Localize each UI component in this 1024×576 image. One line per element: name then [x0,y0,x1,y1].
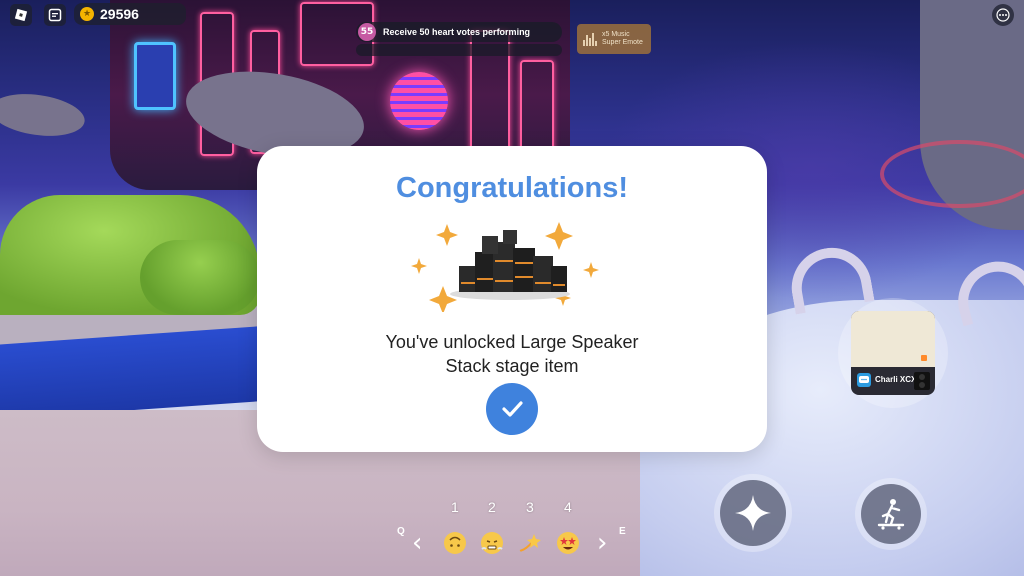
npc-name: Charli XCX [875,375,917,384]
speaker-icon [914,372,930,390]
emote-next-arrow[interactable]: › [597,530,607,556]
quest-reward: x5 Music Super Emote [577,24,651,54]
neon-screen [134,42,176,110]
sparkle-action-button[interactable] [714,474,792,552]
dialog-message: You've unlocked Large Speaker Stack stag… [317,330,707,378]
quest-progress-bar [356,44,562,56]
star-struck-icon[interactable] [556,531,580,555]
emote-slot-number: 1 [451,499,459,515]
confirm-button[interactable] [486,383,538,435]
skateboard-icon [877,499,905,530]
more-icon [996,8,1010,22]
dizzy-icon[interactable] [517,531,541,555]
dialog-message-line-1: You've unlocked Large Speaker [385,332,639,352]
face-steam-icon[interactable] [480,531,504,555]
neon-ring [880,140,1024,208]
floating-rock [0,88,88,142]
checkmark-icon [502,401,523,417]
sparkle-icon [735,495,771,531]
coin-value: 29596 [100,6,139,22]
npc-card[interactable]: Charli XCX [851,311,935,395]
music-bars-icon [583,32,597,46]
reward-line-1: x5 Music [602,31,630,38]
chat-icon [48,8,62,22]
roblox-menu-button[interactable] [10,4,32,26]
dialog-message-line-2: Stack stage item [445,356,579,376]
retro-sun [390,72,448,130]
quest-text: Receive 50 heart votes performing [383,27,531,37]
quest-tracker: 55 Receive 50 heart votes performing [356,22,562,42]
star-coin-icon: ★ [80,7,94,21]
neon-pillar [520,60,554,154]
roblox-logo-icon [14,8,28,22]
face-upside-down-icon[interactable] [443,531,467,555]
speaker-stack-icon [411,222,599,312]
dialog-title: Congratulations! [396,172,628,204]
speaker-stack [450,230,570,300]
chat-button[interactable] [44,4,66,26]
more-menu-button[interactable] [992,4,1014,26]
quest-count-badge: 55 [358,23,376,41]
emote-slot-number: 4 [564,499,572,515]
green-hill [140,240,260,315]
reward-line-2: Super Emote [602,39,643,46]
chat-bubble-icon [857,373,871,387]
unlock-dialog: Congratulations! You've unlocked Large S… [257,146,767,452]
key-hint-e: E [619,526,626,537]
emote-prev-arrow[interactable]: ‹ [412,530,422,556]
emote-slot-number: 2 [488,499,496,515]
npc-status-dot [921,355,927,361]
skate-action-button[interactable] [855,478,927,550]
coin-counter: ★ 29596 [74,3,186,25]
reward-label: x5 Music Super Emote [602,31,643,47]
emote-slot-number: 3 [526,499,534,515]
key-hint-q: Q [397,526,405,537]
